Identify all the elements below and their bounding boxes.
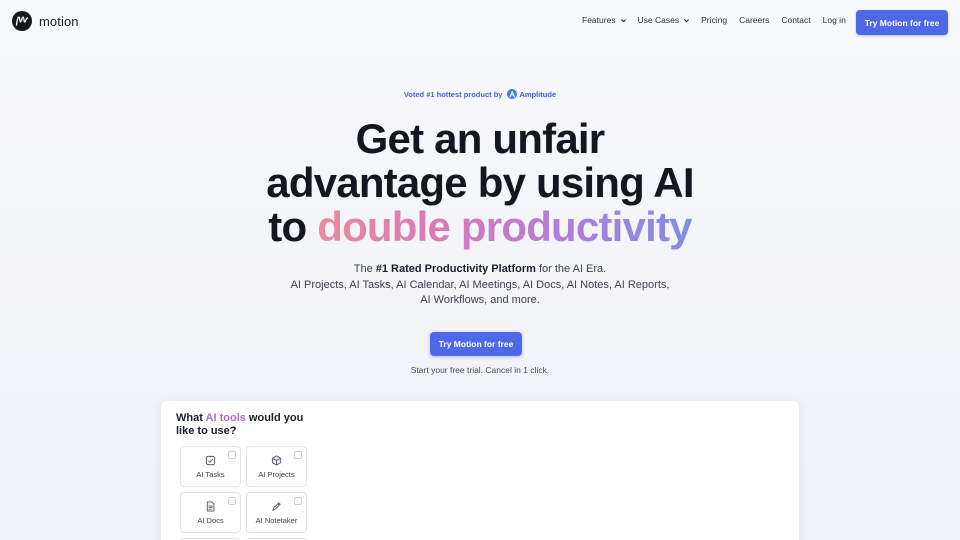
hero-try-free-button[interactable]: Try Motion for free [430,332,522,356]
nav-item-pricing[interactable]: Pricing [701,15,727,25]
sub-line-3: AI Workflows, and more. [420,294,540,306]
amplitude-badge[interactable]: Amplitude [507,89,556,99]
nav-item-login[interactable]: Log in [823,15,846,25]
chevron-down-icon [620,18,626,22]
sub-prefix: The [353,263,376,275]
nav-label: Use Cases [637,15,680,25]
sub-bold: #1 Rated Productivity Platform [375,263,536,275]
hero-subtitle: The #1 Rated Productivity Platform for t… [0,262,960,309]
chevron-down-icon [684,18,690,22]
cube-icon [271,454,283,466]
nav-label: Careers [739,15,770,25]
headline-line-1: Get an unfair [355,115,605,162]
headline-gradient-text: double productivity [317,203,692,250]
nav-item-features[interactable]: Features [582,15,627,25]
task-check-icon [205,454,217,466]
amplitude-name: Amplitude [519,89,557,99]
sub-suffix: for the AI Era. [535,263,607,275]
tool-checkbox[interactable] [228,497,236,505]
nav-item-contact[interactable]: Contact [781,15,810,25]
question-highlight: AI tools [205,412,246,424]
tool-selector-panel: What AI tools would you like to use? AI … [161,401,799,540]
document-icon [205,500,217,512]
nav-label: Contact [781,15,811,25]
tool-label: AI Projects [258,470,295,479]
header-try-free-button[interactable]: Try Motion for free [856,10,948,35]
voted-text: Voted #1 hottest product by [403,89,503,99]
sub-line-2: AI Projects, AI Tasks, AI Calendar, AI M… [290,278,670,291]
voted-banner: Voted #1 hottest product by Amplitude [0,89,960,99]
tool-option-ai-notetaker[interactable]: AI Notetaker [246,492,307,533]
headline-line-3-prefix: to [268,203,318,250]
nav-item-use-cases[interactable]: Use Cases [638,15,691,25]
tool-label: AI Docs [197,516,224,525]
hero-headline: Get an unfair advantage by using AI to d… [0,117,960,249]
brand-logo[interactable]: motion [12,11,79,31]
nav-item-careers[interactable]: Careers [739,15,769,25]
question-prefix: What [176,412,206,424]
main-nav: Features Use Cases Pricing Careers Conta… [582,15,846,25]
brand-name: motion [39,13,79,29]
nav-label: Log in [822,15,846,25]
tool-option-ai-tasks[interactable]: AI Tasks [180,446,241,487]
tool-checkbox[interactable] [294,497,302,505]
tool-option-ai-projects[interactable]: AI Projects [246,446,307,487]
tool-label: AI Notetaker [255,516,298,525]
nav-label: Features [582,15,616,25]
pen-icon [271,500,283,512]
nav-label: Pricing [701,15,728,25]
tool-question: What AI tools would you like to use? [176,412,316,438]
headline-line-2: advantage by using AI [266,159,694,206]
tool-label: AI Tasks [196,470,225,479]
tool-checkbox[interactable] [294,451,302,459]
tool-option-ai-docs[interactable]: AI Docs [180,492,241,533]
tool-checkbox[interactable] [228,451,236,459]
trial-note: Start your free trial. Cancel in 1 click… [410,365,550,375]
amplitude-logo-icon [507,89,518,99]
motion-logo-icon [12,11,32,31]
site-header: motion Features Use Cases Pricing Career… [0,0,960,44]
